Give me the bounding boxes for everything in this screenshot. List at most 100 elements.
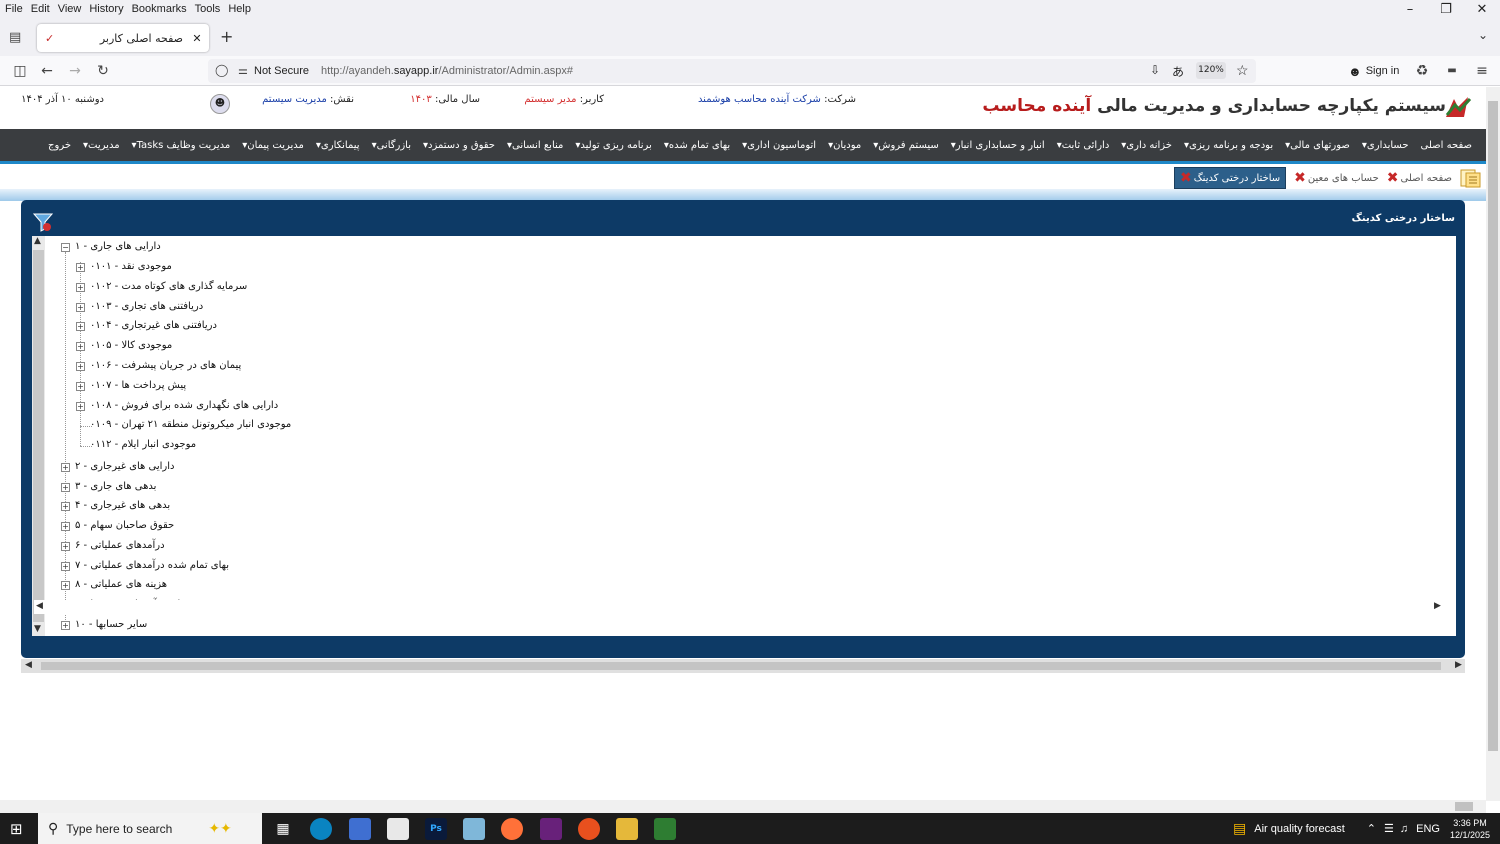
scroll-right-icon[interactable]: ▶ [1434,601,1441,611]
extensions-icon[interactable]: ♻ [1411,61,1433,81]
sidebar-toggle-icon[interactable]: ◫ [9,61,31,81]
menu-home[interactable]: صفحه اصلی [1421,140,1472,151]
menu-help[interactable]: Help [228,3,251,15]
menu-hr[interactable]: منابع انسانی▾ [507,140,563,151]
menu-accounting[interactable]: حسابداری▾ [1362,140,1409,151]
menu-budget[interactable]: بودجه و برنامه ریزی▾ [1184,140,1273,151]
expand-icon[interactable]: + [61,502,70,512]
url-text[interactable]: http://ayandeh.sayapp.ir/Administrator/A… [321,65,573,77]
menu-fixed-assets[interactable]: دارائی ثابت▾ [1057,140,1110,151]
photoshop-icon[interactable]: Ps [425,818,447,840]
tree-node-child[interactable]: دریافتنی های تجاری - ۰۱۰۳ [90,301,203,312]
close-icon[interactable]: ✖ [1294,170,1306,186]
file-explorer-icon[interactable] [616,818,638,840]
crumb-accounts[interactable]: حساب های معین ✖ [1294,170,1379,186]
tree-node-child[interactable]: موجودی انبار میکروتونل منطقه ۲۱ تهران - … [90,419,291,430]
tree-node-child[interactable]: پیش پرداخت ها - ۰۱۰۷ [90,380,186,391]
tree-node-top[interactable]: بدهی های جاری - ۳ [75,481,156,492]
tree-node-child[interactable]: موجودی انبار ایلام - ۰۱۱۲ [90,439,196,450]
menu-payroll[interactable]: حقوق و دستمزد▾ [423,140,495,151]
menu-financial-statements[interactable]: صورتهای مالی▾ [1285,140,1350,151]
menu-taxpayers[interactable]: مودیان▾ [828,140,861,151]
menu-edit[interactable]: Edit [31,3,50,15]
expand-icon[interactable]: + [76,401,85,411]
app-green-icon[interactable] [654,818,676,840]
network-icon[interactable]: ☰ [1384,822,1394,835]
tree-node-root[interactable]: دارایی های جاری - ۱ [75,241,161,252]
menu-contract-management[interactable]: مدیریت پیمان▾ [242,140,304,151]
scroll-up-icon[interactable]: ▲ [34,236,41,246]
tree-node-top[interactable]: بدهی های غیرجاری - ۴ [75,500,170,511]
page-horizontal-scrollbar[interactable] [0,800,1486,813]
firefox-icon[interactable] [501,818,523,840]
app-orange-icon[interactable] [578,818,600,840]
expand-icon[interactable]: + [61,522,70,532]
weather-icon[interactable]: ▤ [1233,820,1246,837]
tree-node-top[interactable]: حقوق صاحبان سهام - ۵ [75,520,174,531]
windows-start-icon[interactable]: ⊞ [10,820,23,838]
tree-node-top[interactable]: هزینه های عملیاتی - ۸ [75,579,167,590]
expand-icon[interactable]: + [76,322,85,332]
scroll-thumb[interactable] [1488,101,1498,751]
menu-bookmarks[interactable]: Bookmarks [132,3,187,15]
task-view-icon[interactable]: ▦ [272,818,294,840]
download-page-icon[interactable]: ⇩ [1150,63,1160,77]
tree-node-top[interactable]: بهای تمام شده درآمدهای عملیاتی - ۷ [75,560,229,571]
menu-admin[interactable]: مدیریت▾ [83,140,120,151]
tree-node-top[interactable]: دارایی های غیرجاری - ۲ [75,461,174,472]
zoom-level[interactable]: 120% [1196,62,1226,79]
tree-node-child[interactable]: پیمان های در جریان پیشرفت - ۰۱۰۶ [90,360,241,371]
close-icon[interactable]: ✖ [1180,170,1192,186]
tree-horizontal-scrollbar[interactable]: ◀ ▶ [34,600,1445,614]
reload-icon[interactable]: ↻ [92,61,114,81]
menu-commerce[interactable]: بازرگانی▾ [372,140,411,151]
expand-icon[interactable]: + [61,620,70,630]
expand-icon[interactable]: + [76,263,85,272]
expand-icon[interactable]: + [76,362,85,371]
volume-icon[interactable]: ♫ [1400,823,1408,835]
filter-icon[interactable] [33,212,53,232]
taskbar-search[interactable]: ⚲ Type here to search ✦✦ [38,813,262,844]
clock[interactable]: 3:36 PM 12/1/2025 [1450,817,1490,841]
browser-tab[interactable]: ✓ صفحه اصلی کاربر ✕ [37,24,209,52]
menu-file[interactable]: File [5,3,23,15]
url-bar[interactable]: ◯ ⚌ Not Secure http://ayandeh.sayapp.ir/… [208,59,1256,83]
scroll-left-icon[interactable]: ◀ [25,660,32,670]
tree-node-child[interactable]: سرمایه گذاری های کوتاه مدت - ۰۱۰۲ [90,281,247,292]
visual-studio-icon[interactable] [540,818,562,840]
page-vertical-scrollbar[interactable] [1486,87,1500,801]
lock-warning-icon[interactable]: ⚌ [238,64,248,77]
forward-icon[interactable]: → [64,61,86,81]
expand-icon[interactable]: + [61,463,70,472]
close-icon[interactable]: ✖ [1387,170,1399,186]
tree-node-child[interactable]: دریافتنی های غیرتجاری - ۰۱۰۴ [90,320,217,331]
back-icon[interactable]: ← [36,61,58,81]
app-icon[interactable] [349,818,371,840]
tree-node-top[interactable]: سایر حسابها - ۱۰ [75,619,147,630]
edge-icon[interactable] [310,818,332,840]
not-secure-label[interactable]: Not Secure [254,65,309,77]
menu-view[interactable]: View [58,3,82,15]
extension-badge-icon[interactable]: ▬ [1441,61,1463,81]
page-content-horizontal-scrollbar[interactable]: ◀ ▶ [21,659,1465,673]
expand-icon[interactable]: + [76,381,85,391]
language-indicator[interactable]: ENG [1416,823,1440,835]
menu-contracting[interactable]: پیمانکاری▾ [316,140,360,151]
tree-node-child[interactable]: موجودی نقد - ۰۱۰۱ [90,261,172,272]
tree-node-top[interactable]: درآمدهای عملیاتی - ۶ [75,540,165,551]
scroll-thumb[interactable] [41,662,1441,670]
expand-icon[interactable]: + [76,282,85,292]
pages-icon[interactable] [1460,168,1482,188]
expand-icon[interactable]: + [76,342,85,352]
menu-sales[interactable]: سیستم فروش▾ [873,140,939,151]
expand-icon[interactable]: + [76,302,85,312]
collapse-icon[interactable]: − [61,243,70,252]
scroll-right-icon[interactable]: ▶ [1455,660,1462,670]
tree-node-child[interactable]: دارایی های نگهداری شده برای فروش - ۰۱۰۸ [90,400,278,411]
menu-inventory[interactable]: انبار و حسابداری انبار▾ [951,140,1045,151]
menu-history[interactable]: History [89,3,123,15]
scroll-thumb[interactable] [1455,802,1473,811]
chevron-down-icon[interactable]: ⌄ [1478,28,1488,42]
menu-production-planning[interactable]: برنامه ریزی تولید▾ [575,140,651,151]
new-tab-icon[interactable]: + [220,27,233,46]
